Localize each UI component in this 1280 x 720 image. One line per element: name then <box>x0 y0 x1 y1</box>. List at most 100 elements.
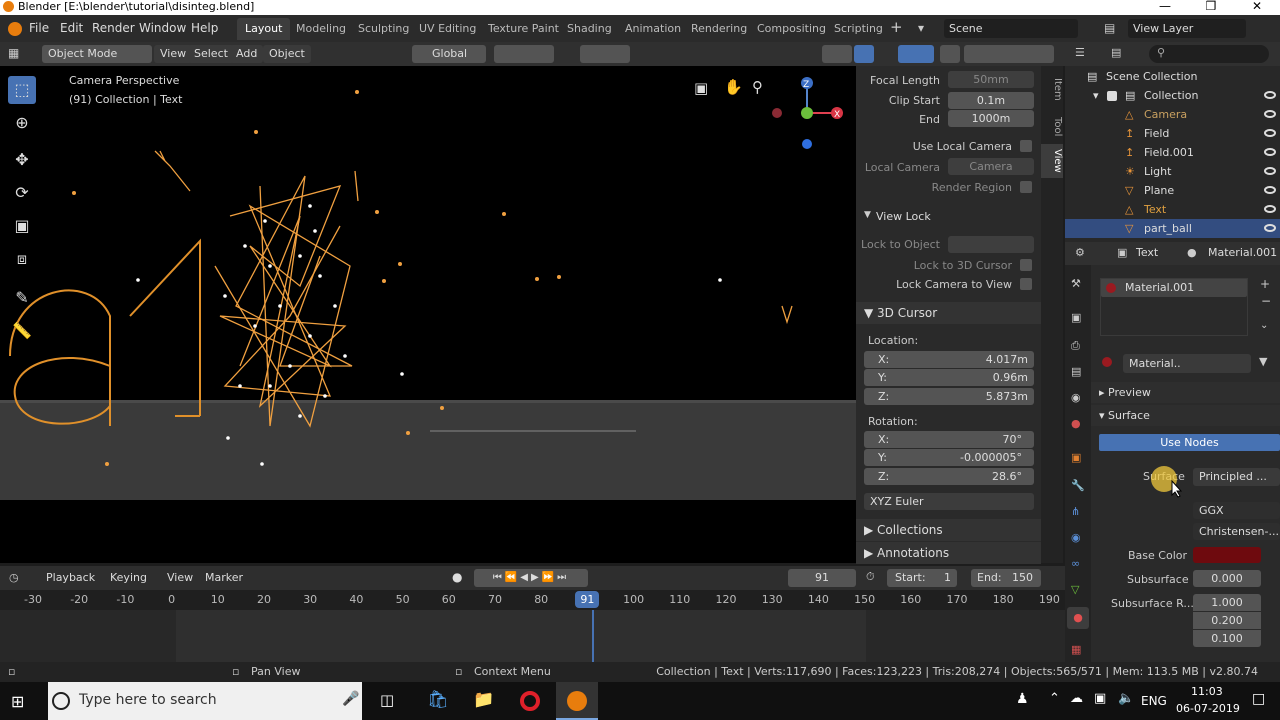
eye-icon[interactable] <box>1264 129 1276 137</box>
rotation-mode-dropdown[interactable]: XYZ Euler <box>864 493 1034 510</box>
annotate-icon[interactable]: ✎ <box>8 284 36 312</box>
network-icon[interactable]: ▣ <box>1094 691 1106 706</box>
subsurface-method-dropdown[interactable]: Christensen-... <box>1193 523 1280 540</box>
tab-modeling[interactable]: Modeling <box>288 18 354 40</box>
object-tab-icon[interactable]: ▣ <box>1071 451 1081 464</box>
local-camera-field[interactable]: Camera <box>948 158 1034 175</box>
base-color-swatch[interactable] <box>1193 547 1261 563</box>
cursor-loc-z[interactable]: Z: 5.873m <box>864 388 1034 405</box>
view-lock-header[interactable]: View Lock <box>876 210 931 223</box>
surface-section[interactable]: ▾ Surface <box>1091 405 1280 426</box>
scene-icon[interactable]: ▾ <box>918 21 938 37</box>
scale-icon[interactable]: ▣ <box>8 212 36 240</box>
tab-view[interactable]: View <box>1041 144 1063 178</box>
distribution-dropdown[interactable]: GGX <box>1193 502 1280 519</box>
gizmo-y-axis[interactable] <box>801 107 813 119</box>
cursor-rot-x[interactable]: X: 70° <box>864 431 1034 448</box>
3d-cursor-section[interactable]: ▼ 3D Cursor <box>856 302 1041 324</box>
collections-section[interactable]: ▶ Collections <box>856 519 1041 541</box>
outliner-scene-collection[interactable]: ▤ Scene Collection <box>1065 67 1280 86</box>
eye-icon[interactable] <box>1264 148 1276 156</box>
start-frame-field[interactable]: Start: 1 <box>887 569 957 587</box>
outliner-item-plane[interactable]: ▽ Plane <box>1065 181 1280 200</box>
tab-layout[interactable]: Layout <box>237 18 291 40</box>
xray-toggle[interactable] <box>940 45 960 63</box>
breadcrumb-object[interactable]: Text <box>1136 246 1158 259</box>
keying-menu[interactable]: Keying <box>110 571 147 584</box>
volume-icon[interactable]: 🔈 <box>1118 691 1134 706</box>
object-menu[interactable]: Object <box>263 45 311 63</box>
timeline-editor-icon[interactable]: ◷ <box>9 571 19 584</box>
render-tab-icon[interactable]: ▣ <box>1071 311 1081 324</box>
pan-hand-icon[interactable]: ✋ <box>724 78 743 96</box>
timeline-body[interactable] <box>0 610 1065 662</box>
lock-camera-to-view-checkbox[interactable] <box>1020 278 1032 290</box>
store-icon[interactable]: 🛍 <box>427 690 449 710</box>
outliner-item-light[interactable]: ☀ Light <box>1065 162 1280 181</box>
cloud-icon[interactable]: ☁ <box>1070 691 1083 706</box>
language-indicator[interactable]: ENG <box>1141 694 1167 708</box>
playback-menu[interactable]: Playback <box>46 571 95 584</box>
menu-help[interactable]: Help <box>191 15 218 42</box>
focal-length-field[interactable]: 50mm <box>948 71 1034 88</box>
camera-view-icon[interactable]: ▣ <box>694 79 708 97</box>
properties-editor-icon[interactable]: ⚙ <box>1075 246 1085 259</box>
menu-render[interactable]: Render <box>92 15 135 42</box>
cursor-icon[interactable]: ⊕ <box>8 109 36 137</box>
add-workspace-icon[interactable]: + <box>890 18 903 36</box>
view-layer-tab-icon[interactable]: ▤ <box>1071 365 1081 378</box>
timeline-view-menu[interactable]: View <box>167 571 193 584</box>
outliner-item-text[interactable]: △ Text <box>1065 200 1280 219</box>
cursor-rot-z[interactable]: Z: 28.6° <box>864 468 1034 485</box>
tab-scripting[interactable]: Scripting <box>826 18 891 40</box>
view-layer-field[interactable]: View Layer <box>1128 19 1246 38</box>
task-view-icon[interactable]: ◫ <box>380 691 394 709</box>
material-name-field[interactable]: Material.. <box>1123 354 1251 373</box>
overlays-toggle[interactable] <box>898 45 934 63</box>
particles-tab-icon[interactable]: ⋔ <box>1071 505 1080 518</box>
subsurface-radius-3[interactable]: 0.100 <box>1193 630 1261 647</box>
menu-file[interactable]: File <box>29 15 49 42</box>
menu-edit[interactable]: Edit <box>60 15 83 42</box>
cursor-loc-y[interactable]: Y: 0.96m <box>864 369 1034 386</box>
measure-icon[interactable]: 📏 <box>8 317 36 345</box>
tab-tool[interactable]: Tool <box>1041 112 1063 142</box>
subsurface-radius-1[interactable]: 1.000 <box>1193 594 1261 611</box>
display-mode-icon[interactable]: ▤ <box>1111 46 1121 59</box>
people-icon[interactable]: ♟ <box>1016 691 1029 707</box>
tool-tab-icon[interactable]: ⚒ <box>1071 277 1081 290</box>
render-region-checkbox[interactable] <box>1020 181 1032 193</box>
file-explorer-icon[interactable]: 📁 <box>473 690 494 710</box>
slot-specials-icon[interactable]: ⌄ <box>1260 320 1268 331</box>
gizmo-neg-z[interactable] <box>802 139 812 149</box>
restore-button[interactable]: ❒ <box>1188 0 1234 15</box>
data-tab-icon[interactable]: ▽ <box>1071 583 1079 596</box>
outliner-item-field[interactable]: ↥ Field <box>1065 124 1280 143</box>
outliner-editor-icon[interactable]: ☰ <box>1075 46 1085 59</box>
outliner-item-field-001[interactable]: ↥ Field.001 <box>1065 143 1280 162</box>
playback-controls[interactable]: ⏮⏪◀▶⏩⏭ <box>474 569 588 587</box>
tray-chevron-icon[interactable]: ⌃ <box>1049 691 1060 706</box>
rotate-icon[interactable]: ⟳ <box>8 179 36 207</box>
scene-field[interactable]: Scene <box>944 19 1078 38</box>
3d-viewport[interactable]: Z X Camera Perspective (91) Collection |… <box>0 66 856 563</box>
use-local-camera-checkbox[interactable] <box>1020 140 1032 152</box>
surface-shader-field[interactable]: Principled ... <box>1193 468 1280 486</box>
eye-icon[interactable] <box>1264 110 1276 118</box>
view-menu[interactable]: View <box>154 45 193 63</box>
add-menu[interactable]: Add <box>230 45 264 63</box>
expand-icon[interactable]: ▾ <box>1093 86 1099 105</box>
action-center-icon[interactable]: □ <box>1252 691 1265 707</box>
select-box-icon[interactable]: ⬚ <box>8 76 36 104</box>
timeline-ruler[interactable]: -30 -20 -10 0 10 20 30 40 50 60 70 80 91 100 110 120 130… <box>0 590 1065 610</box>
menu-window[interactable]: Window <box>139 15 186 42</box>
taskbar-search[interactable]: Type here to search 🎤 <box>48 682 362 720</box>
outliner-search-input[interactable]: ⚲ <box>1149 45 1269 63</box>
remove-slot-icon[interactable]: − <box>1261 294 1271 308</box>
eye-icon[interactable] <box>1264 186 1276 194</box>
select-menu[interactable]: Select <box>188 45 234 63</box>
microphone-icon[interactable]: 🎤 <box>342 691 359 707</box>
constraints-tab-icon[interactable]: ∞ <box>1071 557 1080 570</box>
tab-compositing[interactable]: Compositing <box>749 18 834 40</box>
breadcrumb-material[interactable]: Material.001 <box>1208 246 1277 259</box>
